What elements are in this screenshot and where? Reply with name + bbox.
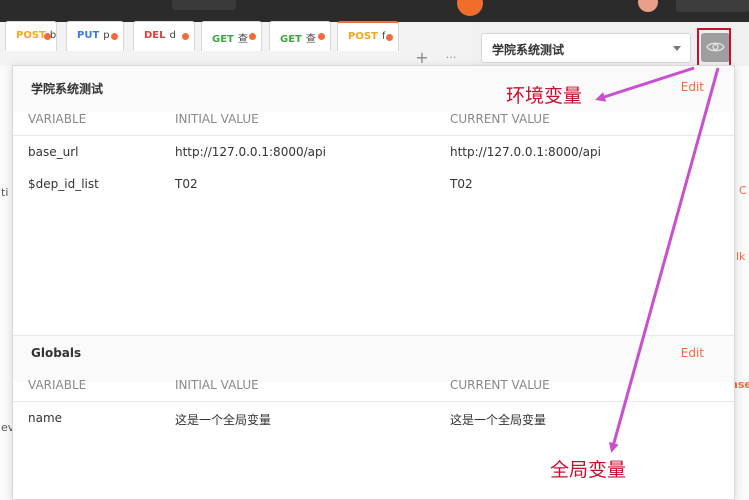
environment-quick-look-popover: 学院系统测试 Edit VARIABLE INITIAL VALUE CURRE…	[12, 65, 735, 500]
unsaved-dot-icon	[318, 33, 325, 40]
add-tab-button[interactable]: +	[412, 50, 432, 66]
unsaved-dot-icon	[182, 33, 189, 40]
column-header-variable: VARIABLE	[28, 378, 87, 392]
divider	[13, 135, 734, 136]
sync-status-icon[interactable]	[457, 0, 483, 16]
environment-annotation-label: 环境变量	[506, 85, 583, 107]
variable-name: $dep_id_list	[28, 177, 99, 191]
request-tab[interactable]: GET 查	[269, 21, 331, 51]
environment-select[interactable]: 学院系统测试	[481, 33, 691, 63]
variable-current-value: T02	[450, 177, 473, 191]
background-text: lk	[736, 250, 746, 263]
request-tab[interactable]: POST b	[5, 21, 57, 51]
tab-method: POST	[16, 30, 46, 41]
tab-name: 查	[237, 34, 248, 45]
request-tab-active[interactable]: POST f	[337, 21, 399, 51]
unsaved-dot-icon	[111, 33, 118, 40]
background-text: ti	[1, 186, 9, 199]
tab-method: GET	[212, 34, 234, 45]
environment-select-value: 学院系统测试	[492, 43, 565, 57]
environment-section-title: 学院系统测试	[31, 82, 104, 96]
divider	[13, 401, 734, 402]
variable-initial-value: 这是一个全局变量	[175, 413, 272, 427]
app-title-bar	[0, 0, 749, 22]
background-left-panel	[0, 66, 12, 500]
tab-method: DEL	[144, 30, 166, 41]
request-tab[interactable]: GET 查	[201, 21, 262, 51]
tab-method: GET	[280, 34, 302, 45]
column-header-initial-value: INITIAL VALUE	[175, 378, 259, 392]
tab-name: f	[381, 31, 386, 42]
tab-method: POST	[348, 31, 378, 42]
unsaved-dot-icon	[44, 33, 51, 40]
column-header-variable: VARIABLE	[28, 112, 87, 126]
unsaved-dot-icon	[386, 34, 393, 41]
top-right-button[interactable]	[676, 0, 749, 12]
column-header-initial-value: INITIAL VALUE	[175, 112, 259, 126]
request-tab[interactable]: PUT p	[66, 21, 124, 51]
tab-name: p	[103, 30, 110, 41]
variable-initial-value: T02	[175, 177, 198, 191]
edit-environment-link[interactable]: Edit	[681, 80, 704, 94]
more-tabs-button[interactable]: ···	[439, 50, 463, 66]
variable-initial-value: http://127.0.0.1:8000/api	[175, 145, 326, 159]
chevron-down-icon	[673, 46, 681, 51]
background-right-panel	[735, 66, 749, 500]
edit-globals-link[interactable]: Edit	[681, 346, 704, 360]
variable-name: name	[28, 411, 63, 425]
column-header-current-value: CURRENT VALUE	[450, 112, 550, 126]
tab-name: d	[169, 30, 176, 41]
highlight-box	[697, 28, 731, 67]
background-text: C	[739, 184, 747, 197]
unsaved-dot-icon	[249, 33, 256, 40]
globals-annotation-label: 全局变量	[550, 459, 627, 481]
workspace-field[interactable]	[172, 0, 236, 10]
variable-name: base_url	[28, 145, 79, 159]
globals-section-title: Globals	[31, 346, 82, 360]
tab-name: 查	[305, 34, 316, 45]
column-header-current-value: CURRENT VALUE	[450, 378, 550, 392]
tab-method: PUT	[77, 30, 100, 41]
user-avatar[interactable]	[638, 0, 658, 12]
request-tab[interactable]: DEL d	[133, 21, 195, 51]
globals-section-header	[13, 336, 734, 382]
variable-current-value: http://127.0.0.1:8000/api	[450, 145, 601, 159]
variable-current-value: 这是一个全局变量	[450, 413, 547, 427]
environment-section-header	[13, 66, 734, 112]
